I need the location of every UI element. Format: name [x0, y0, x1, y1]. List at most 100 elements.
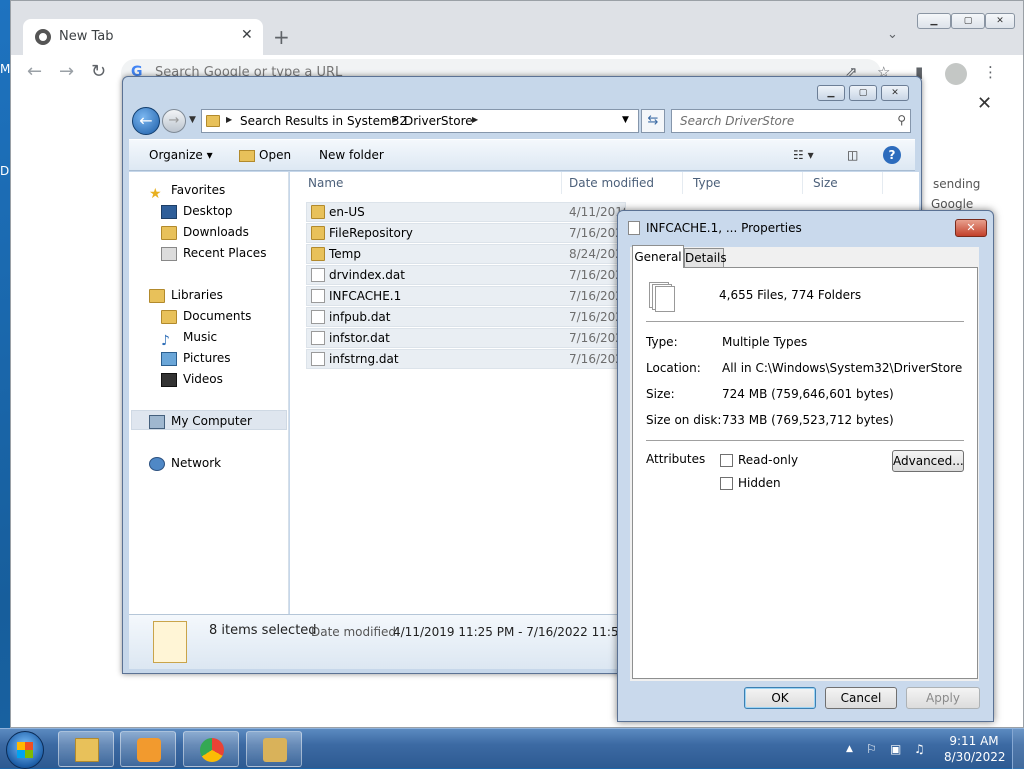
network-tray-icon[interactable]: ▣ [890, 742, 901, 756]
nav-desktop[interactable]: Desktop [161, 201, 233, 221]
advanced-button[interactable]: Advanced... [892, 450, 964, 472]
nav-favorites[interactable]: ★ Favorites [149, 180, 225, 202]
tray-expand-icon[interactable]: ▲ [846, 744, 853, 754]
nav-libraries[interactable]: Libraries [149, 285, 223, 305]
folder-icon [311, 205, 325, 219]
file-name: infstor.dat [329, 331, 390, 345]
new-tab-button[interactable]: + [273, 25, 290, 49]
back-button[interactable]: ← [132, 107, 160, 135]
pictures-icon [161, 351, 177, 366]
organize-button[interactable]: Organize ▾ [149, 148, 213, 162]
search-icon[interactable]: ⚲ [897, 113, 906, 127]
file-row[interactable]: infstor.dat 7/16/2022 [306, 328, 626, 348]
back-arrow-icon[interactable]: ← [27, 61, 42, 82]
tab-close-icon[interactable]: ✕ [241, 27, 253, 43]
taskbar-chrome[interactable] [183, 731, 239, 767]
menu-dots-icon[interactable]: ⋮ [983, 63, 998, 81]
read-only-checkbox[interactable] [720, 454, 733, 467]
file-row[interactable]: Temp 8/24/2022 [306, 244, 626, 264]
volume-icon[interactable]: ♫ [914, 742, 925, 756]
chrome-close-button[interactable]: ✕ [985, 13, 1015, 29]
chrome-maximize-button[interactable]: ▢ [951, 13, 985, 29]
taskbar-app[interactable] [246, 731, 302, 767]
nav-my-computer[interactable]: My Computer [149, 411, 252, 431]
open-button[interactable]: Open [239, 148, 291, 162]
file-row[interactable]: en-US4/11/2019 11:25 PM [306, 202, 626, 222]
side-panel-close-icon[interactable]: ✕ [977, 93, 992, 114]
hidden-checkbox[interactable] [720, 477, 733, 490]
file-row[interactable]: drvindex.dat 7/16/2022 [306, 265, 626, 285]
cancel-button[interactable]: Cancel [825, 687, 897, 709]
windows-logo-icon [17, 742, 33, 758]
file-row[interactable]: infpub.dat 7/16/2022 [306, 307, 626, 327]
column-header-type[interactable]: Type [683, 172, 803, 194]
size-on-disk-value: 733 MB (769,523,712 bytes) [722, 413, 894, 427]
column-header-name[interactable]: Name [298, 172, 562, 194]
breadcrumb-separator-icon[interactable]: ▶ [392, 115, 398, 124]
nav-music[interactable]: ♪ Music [161, 327, 217, 349]
file-row[interactable]: infstrng.dat 7/16/2022 [306, 349, 626, 369]
address-bar[interactable]: ▶ Search Results in System32 ▶ DriverSto… [201, 109, 639, 133]
start-button[interactable] [6, 731, 44, 769]
address-dropdown-icon[interactable]: ▼ [622, 115, 629, 125]
apply-button[interactable]: Apply [906, 687, 980, 709]
nav-network[interactable]: Network [149, 453, 221, 473]
side-panel-text: sending [933, 177, 981, 191]
navigation-pane: ★ Favorites Desktop Downloads Recent Plac… [129, 172, 289, 614]
breadcrumb-separator-icon[interactable]: ▶ [472, 115, 478, 124]
help-icon[interactable]: ? [883, 146, 901, 164]
column-header-date[interactable]: Date modified [559, 172, 683, 194]
preview-pane-icon[interactable]: ◫ [847, 148, 858, 162]
search-input[interactable]: Search DriverStore ⚲ [671, 109, 911, 133]
taskbar-explorer[interactable] [58, 731, 114, 767]
chrome-tab-title: New Tab [59, 29, 114, 44]
files-folders-summary: 4,655 Files, 774 Folders [719, 288, 862, 302]
action-center-icon[interactable]: ⚐ [866, 742, 877, 756]
multiple-files-icon [649, 282, 675, 312]
forward-arrow-icon[interactable]: → [59, 61, 74, 82]
nav-downloads[interactable]: Downloads [161, 222, 249, 242]
size-label: Size: [646, 387, 675, 401]
new-folder-button[interactable]: New folder [319, 148, 384, 162]
clock[interactable]: 9:11 AM 8/30/2022 [944, 733, 1006, 765]
refresh-button[interactable]: ⇆ [641, 109, 665, 133]
tab-details[interactable]: Details [684, 248, 727, 268]
computer-icon [149, 414, 165, 429]
breadcrumb-separator-icon[interactable]: ▶ [226, 115, 232, 124]
nav-documents[interactable]: Documents [161, 306, 251, 326]
type-label: Type: [646, 335, 678, 349]
date-modified-range: 4/11/2019 11:25 PM - 7/16/2022 11:54 PM [393, 625, 648, 639]
recent-pages-chevron-icon[interactable]: ▼ [189, 115, 196, 125]
explorer-minimize-button[interactable]: ▁ [817, 85, 845, 101]
file-row[interactable]: INFCACHE.1 7/16/2022 [306, 286, 626, 306]
dialog-close-button[interactable]: ✕ [955, 219, 987, 237]
taskbar-media-player[interactable] [120, 731, 176, 767]
reload-icon[interactable]: ↻ [91, 61, 106, 82]
folder-icon [206, 115, 220, 127]
column-header-size[interactable]: Size [803, 172, 883, 194]
nav-pictures[interactable]: Pictures [161, 348, 231, 368]
chrome-tab[interactable]: New Tab ✕ [23, 19, 263, 55]
nav-recent-places[interactable]: Recent Places [161, 243, 266, 263]
nav-label: Network [171, 456, 222, 470]
desktop-edge-text: D [0, 164, 10, 178]
breadcrumb-item[interactable]: DriverStore [404, 114, 473, 128]
file-row[interactable]: FileRepository 7/16/2022 [306, 223, 626, 243]
breadcrumb-item[interactable]: Search Results in System32 [240, 114, 407, 128]
nav-videos[interactable]: Videos [161, 369, 223, 389]
tab-general[interactable]: General [632, 245, 684, 268]
profile-avatar-icon[interactable] [945, 63, 967, 85]
forward-button[interactable]: → [162, 109, 186, 133]
downloads-icon [161, 225, 177, 240]
open-label: Open [259, 148, 292, 162]
network-icon [149, 456, 165, 471]
location-value: All in C:\Windows\System32\DriverStore [722, 361, 963, 375]
change-view-icon[interactable]: ☷ ▾ [793, 148, 814, 162]
explorer-close-button[interactable]: ✕ [881, 85, 909, 101]
ok-button[interactable]: OK [744, 687, 816, 709]
chrome-minimize-button[interactable]: ▁ [917, 13, 951, 29]
tab-search-chevron-icon[interactable]: ⌄ [887, 27, 898, 42]
file-name: infstrng.dat [329, 352, 399, 366]
explorer-maximize-button[interactable]: ▢ [849, 85, 877, 101]
show-desktop-button[interactable] [1012, 729, 1024, 769]
